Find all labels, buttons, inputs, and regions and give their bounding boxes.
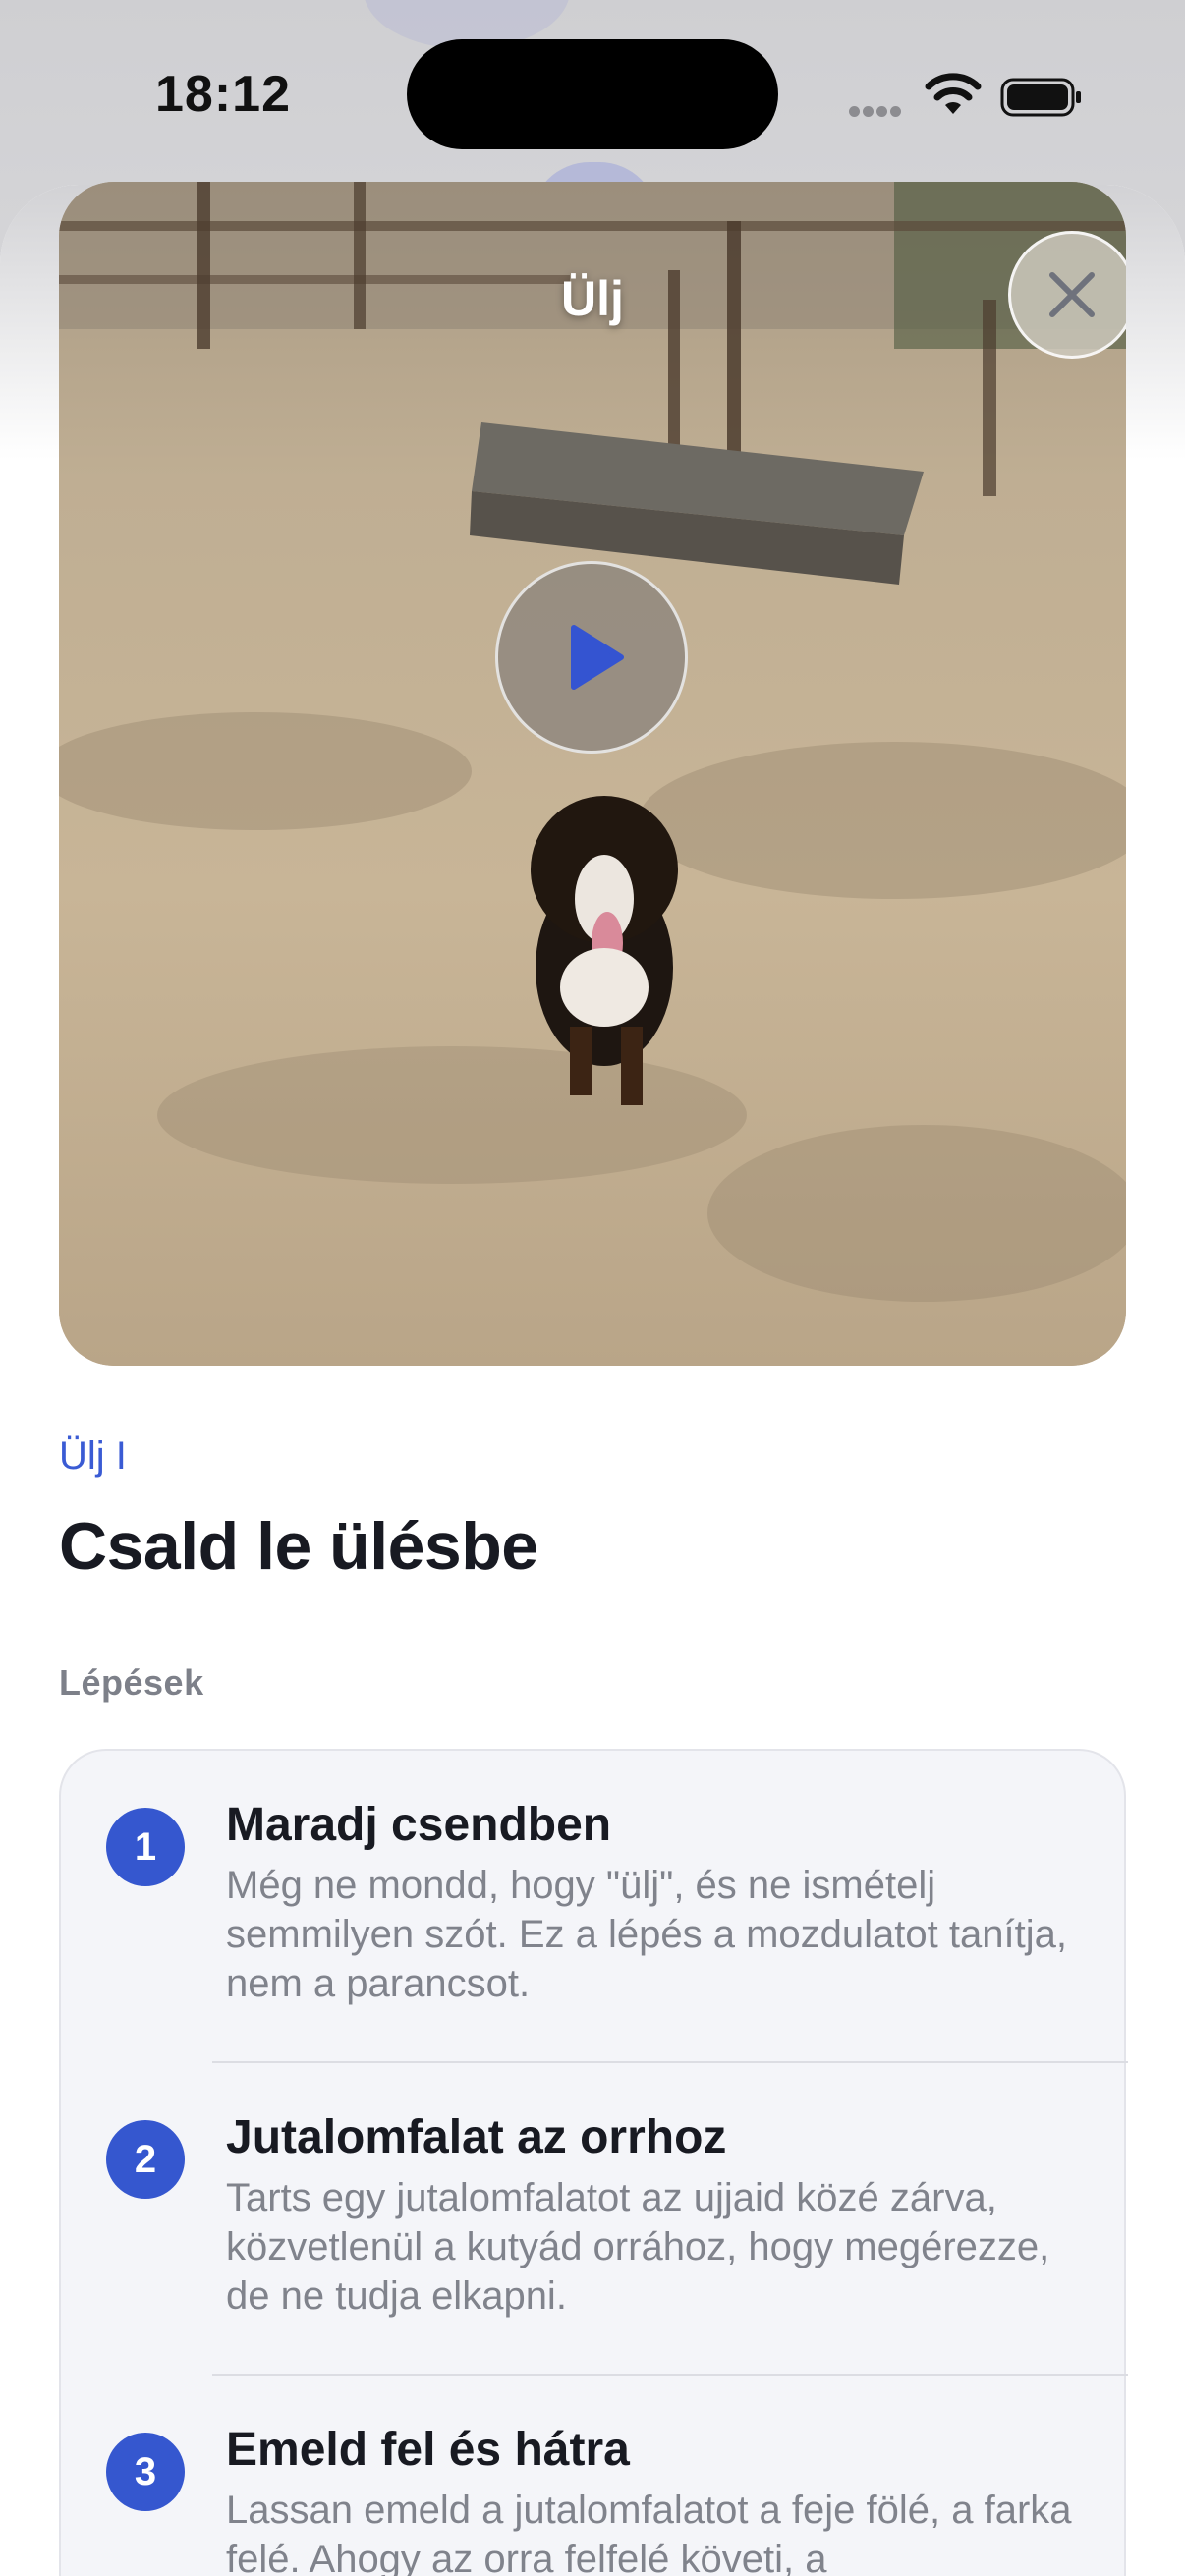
page-title: Csald le ülésbe	[59, 1509, 538, 1584]
step-number-badge: 3	[106, 2433, 185, 2511]
steps-card: 1 Maradj csendben Még ne mondd, hogy "ül…	[59, 1749, 1128, 2576]
signal-icon	[849, 104, 904, 122]
close-icon	[1049, 272, 1095, 317]
step-title: Jutalomfalat az orrhoz	[226, 2111, 727, 2163]
dynamic-island	[407, 39, 778, 149]
step-title: Emeld fel és hátra	[226, 2424, 630, 2476]
play-icon	[571, 625, 624, 690]
step-number-badge: 2	[106, 2120, 185, 2199]
status-icons	[845, 69, 1081, 124]
divider	[212, 2061, 1128, 2063]
wifi-icon	[925, 73, 982, 114]
play-button[interactable]	[495, 561, 688, 754]
video-thumbnail	[59, 182, 1126, 1366]
step-number-badge: 1	[106, 1808, 185, 1886]
close-button[interactable]	[1008, 231, 1126, 359]
video-player[interactable]: Ülj	[59, 182, 1126, 1366]
divider	[212, 2374, 1128, 2376]
step-description: Tarts egy jutalomfalatot az ujjaid közé …	[226, 2176, 1050, 2318]
step-title: Maradj csendben	[226, 1799, 612, 1851]
battery-icon	[1000, 78, 1081, 117]
step-description: Lassan emeld a jutalomfalatot a feje föl…	[226, 2489, 1072, 2576]
step-description: Még ne mondd, hogy "ülj", és ne ismételj…	[226, 1864, 1067, 2005]
status-bar: 18:12	[0, 0, 1185, 187]
status-time: 18:12	[155, 66, 291, 123]
exercise-subtitle: Ülj I	[59, 1434, 127, 1478]
section-label: Lépések	[59, 1662, 204, 1703]
video-title: Ülj	[561, 271, 624, 326]
